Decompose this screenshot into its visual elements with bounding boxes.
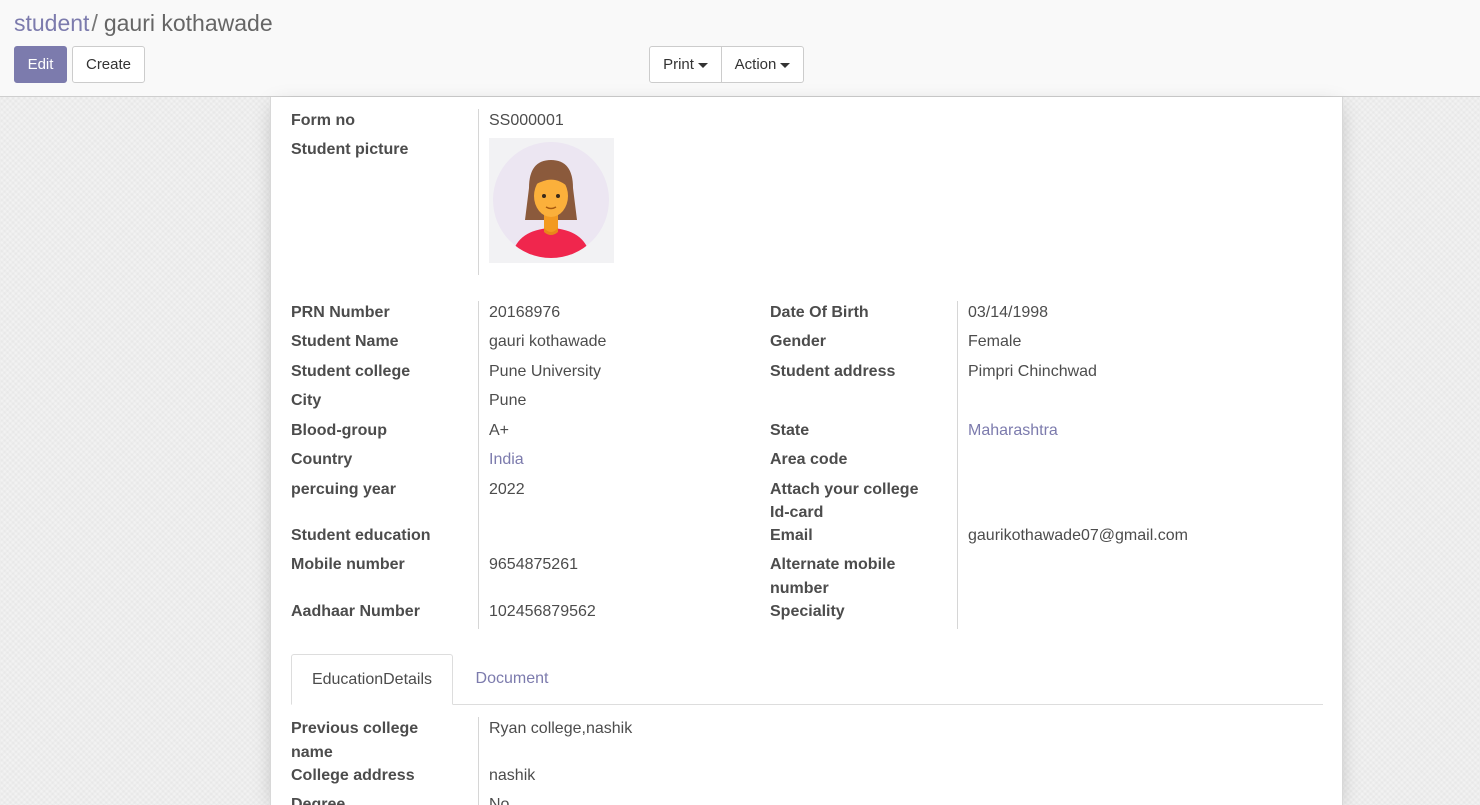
date-of-birth-value: 03/14/1998 <box>968 304 1049 321</box>
print-dropdown-button[interactable]: Print <box>649 46 722 83</box>
create-button[interactable]: Create <box>72 46 145 83</box>
field-divider <box>957 301 958 629</box>
email-value: gaurikothawade07@gmail.com <box>968 527 1188 544</box>
form-no-label: Form no <box>291 112 355 129</box>
country-link[interactable]: India <box>489 448 524 471</box>
control-panel: student/gauri kothawade Edit Create Prin… <box>0 0 1480 97</box>
attach-id-card-label-line1: Attach your college <box>770 481 919 498</box>
prn-number-value: 20168976 <box>489 304 561 321</box>
degree-label: Degree <box>291 796 346 805</box>
mobile-number-label: Mobile number <box>291 556 405 573</box>
state-link[interactable]: Maharashtra <box>968 419 1058 442</box>
speciality-label: Speciality <box>770 603 845 620</box>
student-address-label: Student address <box>770 363 896 380</box>
date-of-birth-label: Date Of Birth <box>770 304 869 321</box>
field-divider <box>478 109 479 275</box>
tab-education-details[interactable]: EducationDetails <box>291 654 453 705</box>
print-label: Print <box>663 56 694 73</box>
city-label: City <box>291 392 322 409</box>
breadcrumb-current-record: gauri kothawade <box>103 10 273 36</box>
student-college-value: Pune University <box>489 363 602 380</box>
college-address-value: nashik <box>489 767 536 784</box>
form-sheet: Form no SS000001 Student picture PRN Num… <box>270 97 1343 805</box>
edit-button[interactable]: Edit <box>14 46 67 83</box>
country-label: Country <box>291 451 353 468</box>
aadhaar-number-value: 102456879562 <box>489 603 596 620</box>
percuing-year-value: 2022 <box>489 481 525 498</box>
breadcrumb: student/gauri kothawade <box>14 9 273 37</box>
student-name-value: gauri kothawade <box>489 333 607 350</box>
caret-down-icon <box>780 63 791 68</box>
mobile-number-value: 9654875261 <box>489 556 578 573</box>
percuing-year-label: percuing year <box>291 481 396 498</box>
previous-college-label-line1: Previous college <box>291 720 419 737</box>
blood-group-value: A+ <box>489 422 510 439</box>
prn-number-label: PRN Number <box>291 304 390 321</box>
breadcrumb-student-link[interactable]: student <box>14 10 89 36</box>
gender-value: Female <box>968 333 1022 350</box>
caret-down-icon <box>697 63 708 68</box>
degree-value: No <box>489 796 510 805</box>
print-action-group: Print Action <box>649 46 804 83</box>
tab-document[interactable]: Document <box>457 654 567 705</box>
student-name-label: Student Name <box>291 333 399 350</box>
previous-college-label-line2: name <box>291 744 333 761</box>
alternate-mobile-label-line2: number <box>770 580 829 597</box>
previous-college-value: Ryan college,nashik <box>489 720 633 737</box>
student-picture-label: Student picture <box>291 141 409 158</box>
field-divider <box>478 717 479 805</box>
gender-label: Gender <box>770 333 827 350</box>
student-picture[interactable] <box>489 138 614 263</box>
city-value: Pune <box>489 392 527 409</box>
student-address-value: Pimpri Chinchwad <box>968 363 1097 380</box>
alternate-mobile-label-line1: Alternate mobile <box>770 556 896 573</box>
email-label: Email <box>770 527 813 544</box>
form-no-value: SS000001 <box>489 112 564 129</box>
aadhaar-number-label: Aadhaar Number <box>291 603 420 620</box>
state-label: State <box>770 422 810 439</box>
breadcrumb-separator: / <box>91 10 98 36</box>
action-dropdown-button[interactable]: Action <box>722 46 804 83</box>
area-code-label: Area code <box>770 451 848 468</box>
blood-group-label: Blood-group <box>291 422 387 439</box>
attach-id-card-label-line2: Id-card <box>770 504 824 521</box>
action-label: Action <box>734 56 777 73</box>
student-college-label: Student college <box>291 363 411 380</box>
field-divider <box>478 301 479 629</box>
college-address-label: College address <box>291 767 415 784</box>
student-education-label: Student education <box>291 527 431 544</box>
female-avatar-icon <box>493 142 609 258</box>
